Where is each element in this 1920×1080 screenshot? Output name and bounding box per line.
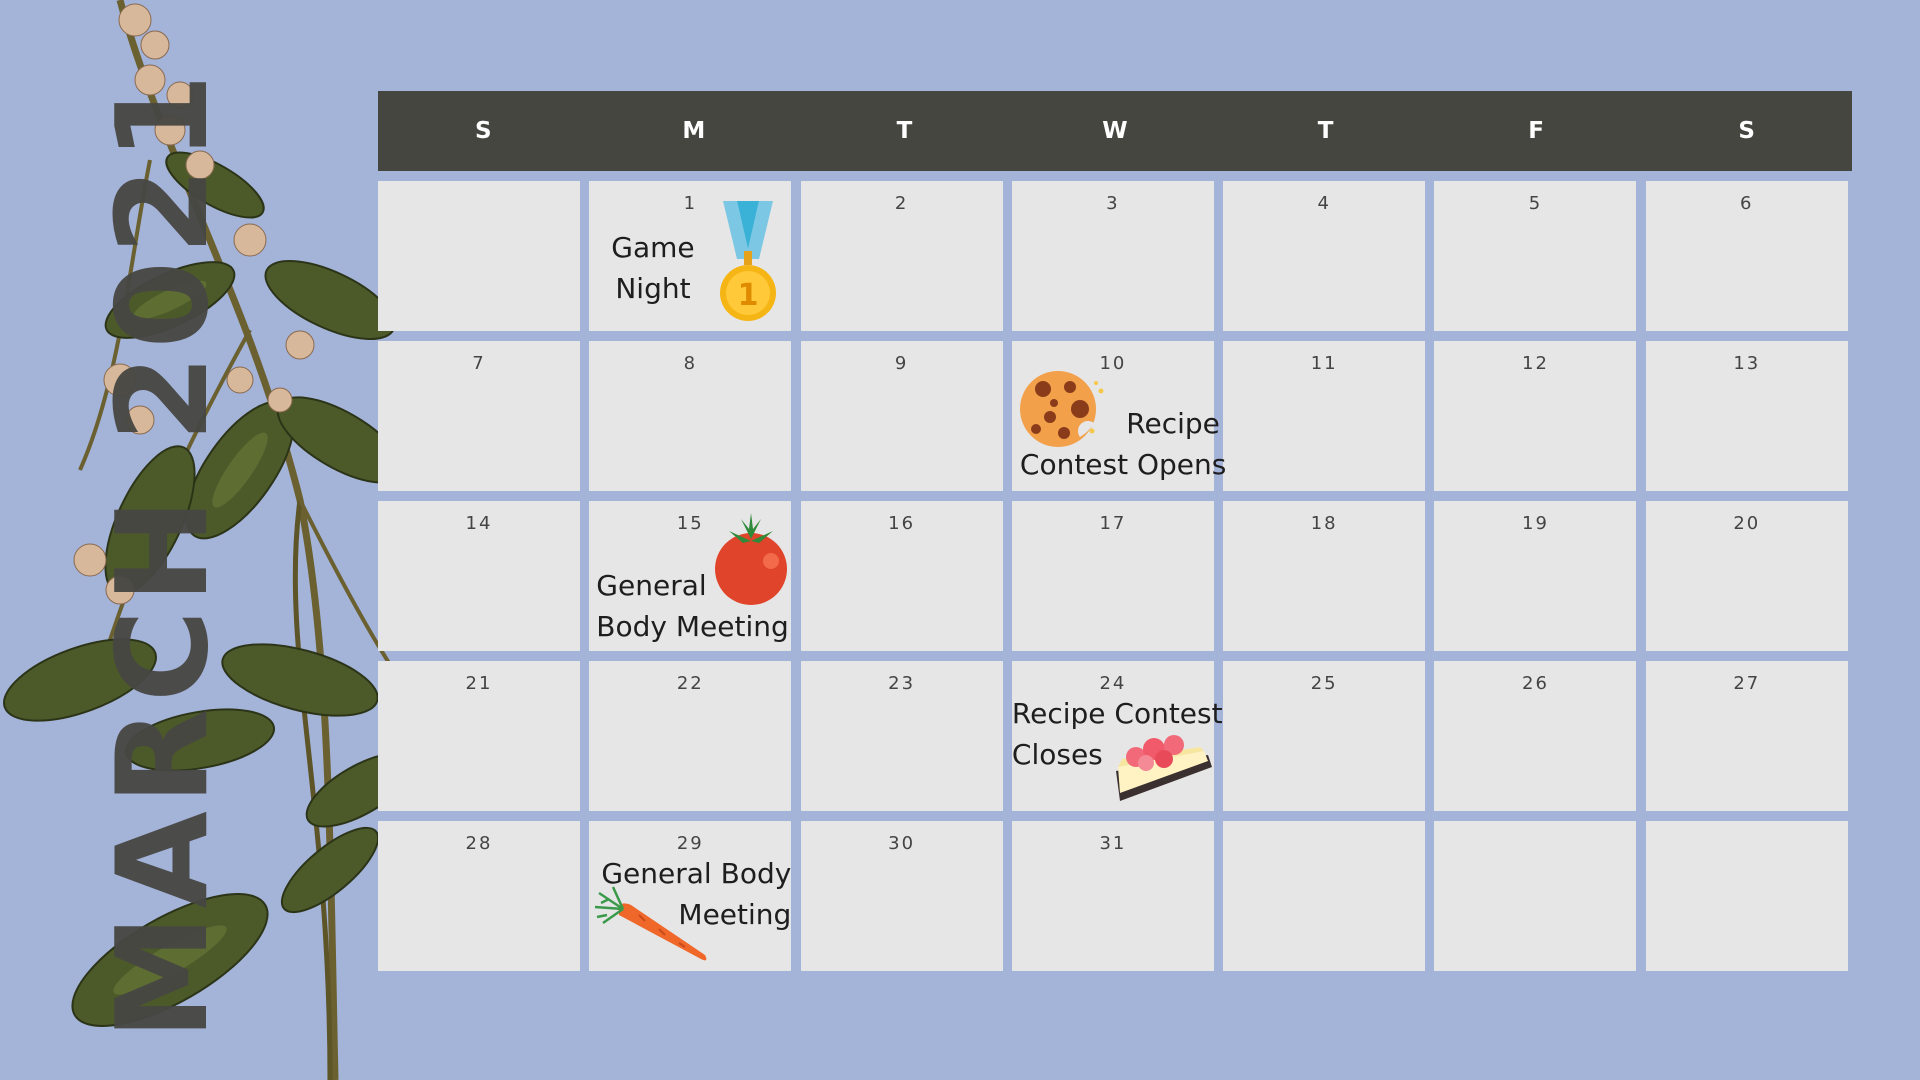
event-title-line: General Body (601, 857, 792, 890)
day-number: 25 (1310, 673, 1338, 694)
day-cell-24[interactable]: 24 Recipe Contest Closes (1011, 661, 1223, 811)
day-cell-30[interactable]: 30 (800, 821, 1003, 971)
day-number: 24 (1099, 673, 1127, 694)
event-general-body-meeting[interactable]: General Body Meeting (596, 565, 788, 647)
day-cell-31[interactable]: 31 (1011, 821, 1214, 971)
day-number: 29 (676, 833, 704, 854)
event-title-line: Meeting (678, 898, 792, 931)
day-cell-26[interactable]: 26 (1434, 661, 1637, 811)
weekday-saturday: S (1738, 118, 1755, 144)
event-title-line: Night (615, 272, 691, 305)
day-number: 5 (1528, 193, 1543, 214)
day-number: 27 (1733, 673, 1761, 694)
day-cell-11[interactable]: 11 (1223, 341, 1426, 491)
day-number: 19 (1522, 513, 1549, 534)
day-number: 22 (676, 673, 704, 694)
day-cell-19[interactable]: 19 (1434, 501, 1637, 651)
day-cell-4[interactable]: 4 (1223, 181, 1426, 331)
weekday-sunday: S (474, 118, 492, 144)
day-cell-empty (1645, 821, 1848, 971)
day-number: 17 (1099, 513, 1127, 534)
event-recipe-contest-closes[interactable]: Recipe Contest Closes (1012, 693, 1223, 775)
event-recipe-contest-opens[interactable]: Recipe Contest Opens (1019, 403, 1227, 485)
event-title-line: Closes (1011, 738, 1103, 771)
day-cell-13[interactable]: 13 (1645, 341, 1848, 491)
weekday-header: S M T W T F S (378, 91, 1852, 171)
weekday-tuesday: T (896, 118, 913, 144)
calendar: S M T W T F S 1 Game Night 1 2 3 4 5 6 7… (378, 91, 1852, 971)
day-cell-7[interactable]: 7 (378, 341, 580, 491)
day-cell-15[interactable]: 15 General Body Meeting (589, 501, 792, 651)
day-cell-empty (378, 181, 580, 331)
weekday-friday: F (1528, 118, 1544, 144)
month-title: MARCH 2021 (89, 67, 236, 1040)
day-number: 20 (1733, 513, 1761, 534)
day-number: 28 (465, 833, 493, 854)
event-title-line: Recipe (1126, 407, 1220, 440)
day-number: 14 (465, 513, 493, 534)
day-number: 7 (472, 353, 486, 374)
event-title-line: Game (611, 231, 695, 264)
day-cell-empty (1434, 821, 1637, 971)
event-title-line: General (596, 569, 707, 602)
day-number: 16 (888, 513, 916, 534)
svg-text:1: 1 (738, 278, 759, 313)
day-cell-6[interactable]: 6 (1645, 181, 1848, 331)
event-title-line: Body Meeting (596, 610, 789, 643)
day-number: 8 (683, 353, 698, 374)
day-number: 6 (1740, 193, 1754, 214)
day-cell-10[interactable]: 10 Recipe Contest Opens (1011, 341, 1226, 491)
day-number: 12 (1522, 353, 1549, 374)
event-title-line: Contest Opens (1019, 448, 1227, 481)
calendar-grid: 1 Game Night 1 2 3 4 5 6 7 8 9 10 Recipe… (378, 181, 1852, 971)
day-number: 11 (1310, 353, 1338, 374)
day-number: 23 (888, 673, 916, 694)
day-cell-22[interactable]: 22 (589, 661, 792, 811)
event-general-body-meeting[interactable]: General Body Meeting (589, 853, 791, 935)
day-number: 31 (1099, 833, 1127, 854)
weekday-thursday: T (1317, 118, 1334, 144)
day-number: 4 (1317, 193, 1331, 214)
day-cell-18[interactable]: 18 (1223, 501, 1426, 651)
day-number: 30 (888, 833, 916, 854)
day-cell-empty (1223, 821, 1426, 971)
day-cell-21[interactable]: 21 (378, 661, 580, 811)
day-cell-9[interactable]: 9 (800, 341, 1003, 491)
day-cell-16[interactable]: 16 (800, 501, 1003, 651)
day-cell-8[interactable]: 8 (589, 341, 792, 491)
day-cell-17[interactable]: 17 (1011, 501, 1214, 651)
day-number: 13 (1733, 353, 1761, 374)
day-cell-1[interactable]: 1 Game Night 1 (589, 181, 792, 331)
event-title-line: Recipe Contest (1011, 697, 1223, 730)
day-cell-14[interactable]: 14 (378, 501, 580, 651)
day-cell-20[interactable]: 20 (1645, 501, 1848, 651)
day-cell-25[interactable]: 25 (1223, 661, 1426, 811)
day-cell-12[interactable]: 12 (1434, 341, 1637, 491)
day-cell-28[interactable]: 28 (378, 821, 580, 971)
weekday-monday: M (682, 118, 706, 144)
event-game-night[interactable]: Game Night (611, 227, 694, 309)
day-number: 3 (1106, 193, 1120, 214)
day-number: 2 (894, 193, 909, 214)
day-cell-23[interactable]: 23 (800, 661, 1003, 811)
day-cell-3[interactable]: 3 (1011, 181, 1214, 331)
day-cell-27[interactable]: 27 (1645, 661, 1848, 811)
day-cell-2[interactable]: 2 (800, 181, 1003, 331)
day-cell-29[interactable]: 29 General Body Meeting (589, 821, 792, 971)
day-number: 9 (894, 353, 909, 374)
gold-medal-icon: 1 (720, 201, 777, 321)
day-number: 18 (1310, 513, 1338, 534)
weekday-wednesday: W (1102, 118, 1128, 144)
day-cell-5[interactable]: 5 (1434, 181, 1637, 331)
day-number: 21 (465, 673, 493, 694)
day-number: 26 (1522, 673, 1549, 694)
